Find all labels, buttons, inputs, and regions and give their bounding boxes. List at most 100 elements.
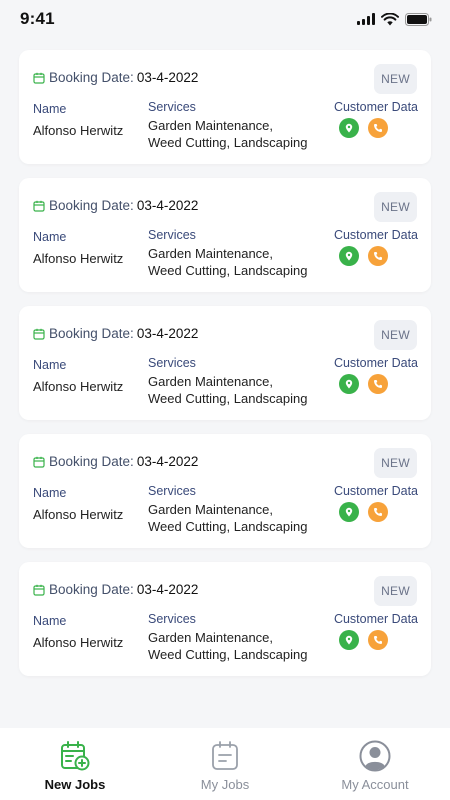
services-line: Weed Cutting, Landscaping: [148, 647, 308, 662]
customer-data-label: Customer Data: [333, 228, 418, 242]
calendar-icon: [33, 456, 45, 468]
cellular-signal-icon: [357, 13, 375, 25]
services-value: Garden Maintenance, Weed Cutting, Landsc…: [148, 629, 328, 663]
call-button[interactable]: [368, 630, 388, 650]
calendar-icon: [33, 72, 45, 84]
job-card[interactable]: Booking Date: 03-4-2022 NEW Name Alfonso…: [19, 50, 431, 164]
calendar-icon: [33, 328, 45, 340]
status-badge: NEW: [374, 448, 417, 478]
clipboard-icon: [212, 741, 238, 770]
booking-date-label: Booking Date:: [49, 326, 134, 341]
booking-date-row: Booking Date: 03-4-2022: [33, 582, 198, 597]
call-button[interactable]: [368, 246, 388, 266]
location-pin-icon: [345, 251, 353, 261]
location-button[interactable]: [339, 246, 359, 266]
booking-date-value: 03-4-2022: [136, 454, 199, 469]
status-icons: [357, 12, 432, 26]
customer-name: Alfonso Herwitz: [33, 507, 124, 522]
calendar-icon: [33, 200, 45, 212]
call-button[interactable]: [368, 374, 388, 394]
customer-actions: [339, 118, 388, 138]
customer-actions: [339, 502, 388, 522]
customer-name: Alfonso Herwitz: [33, 635, 124, 650]
customer-actions: [339, 246, 388, 266]
customer-name: Alfonso Herwitz: [33, 251, 124, 266]
services-label: Services: [148, 100, 196, 114]
call-button[interactable]: [368, 502, 388, 522]
location-pin-icon: [345, 507, 353, 517]
booking-date-row: Booking Date: 03-4-2022: [33, 198, 198, 213]
services-label: Services: [148, 612, 196, 626]
services-value: Garden Maintenance, Weed Cutting, Landsc…: [148, 117, 328, 151]
status-bar: 9:41: [0, 0, 450, 38]
booking-date-value: 03-4-2022: [136, 198, 199, 213]
job-card[interactable]: Booking Date: 03-4-2022 NEW Name Alfonso…: [19, 178, 431, 292]
services-label: Services: [148, 484, 196, 498]
call-button[interactable]: [368, 118, 388, 138]
booking-date-row: Booking Date: 03-4-2022: [33, 70, 198, 85]
booking-date-row: Booking Date: 03-4-2022: [33, 326, 198, 341]
customer-actions: [339, 630, 388, 650]
nav-label-my-account: My Account: [341, 777, 409, 792]
booking-date-label: Booking Date:: [49, 70, 134, 85]
nav-item-my-jobs[interactable]: My Jobs: [150, 728, 300, 800]
location-button[interactable]: [339, 374, 359, 394]
location-pin-icon: [345, 379, 353, 389]
booking-date-row: Booking Date: 03-4-2022: [33, 454, 198, 469]
calendar-icon: [33, 584, 45, 596]
booking-date-label: Booking Date:: [49, 198, 134, 213]
customer-data-label: Customer Data: [333, 484, 418, 498]
name-label: Name: [33, 358, 67, 372]
location-button[interactable]: [339, 630, 359, 650]
location-pin-icon: [345, 123, 353, 133]
user-circle-icon: [359, 740, 391, 772]
booking-date-value: 03-4-2022: [136, 70, 199, 85]
services-line: Weed Cutting, Landscaping: [148, 519, 308, 534]
services-value: Garden Maintenance, Weed Cutting, Landsc…: [148, 245, 328, 279]
services-line: Weed Cutting, Landscaping: [148, 135, 308, 150]
customer-data-label: Customer Data: [333, 612, 418, 626]
services-value: Garden Maintenance, Weed Cutting, Landsc…: [148, 501, 328, 535]
services-line: Garden Maintenance,: [148, 630, 274, 645]
status-badge: NEW: [374, 576, 417, 606]
job-list: Booking Date: 03-4-2022 NEW Name Alfonso…: [19, 50, 431, 690]
customer-name: Alfonso Herwitz: [33, 379, 124, 394]
name-label: Name: [33, 614, 67, 628]
calendar-add-icon: [61, 741, 90, 771]
nav-item-my-account[interactable]: My Account: [300, 728, 450, 800]
booking-date-value: 03-4-2022: [136, 326, 199, 341]
services-line: Garden Maintenance,: [148, 118, 274, 133]
nav-label-my-jobs: My Jobs: [200, 777, 250, 792]
booking-date-label: Booking Date:: [49, 582, 134, 597]
services-line: Weed Cutting, Landscaping: [148, 263, 308, 278]
phone-icon: [374, 636, 382, 644]
phone-icon: [374, 252, 382, 260]
services-label: Services: [148, 356, 196, 370]
services-value: Garden Maintenance, Weed Cutting, Landsc…: [148, 373, 328, 407]
battery-icon: [405, 12, 432, 26]
nav-item-new-jobs[interactable]: New Jobs: [0, 728, 150, 800]
status-badge: NEW: [374, 320, 417, 350]
job-card[interactable]: Booking Date: 03-4-2022 NEW Name Alfonso…: [19, 562, 431, 676]
job-card[interactable]: Booking Date: 03-4-2022 NEW Name Alfonso…: [19, 434, 431, 548]
job-card[interactable]: Booking Date: 03-4-2022 NEW Name Alfonso…: [19, 306, 431, 420]
services-line: Garden Maintenance,: [148, 246, 274, 261]
status-badge: NEW: [374, 64, 417, 94]
customer-name: Alfonso Herwitz: [33, 123, 124, 138]
phone-icon: [374, 124, 382, 132]
services-line: Weed Cutting, Landscaping: [148, 391, 308, 406]
customer-actions: [339, 374, 388, 394]
location-button[interactable]: [339, 118, 359, 138]
status-badge: NEW: [374, 192, 417, 222]
booking-date-value: 03-4-2022: [136, 582, 199, 597]
customer-data-label: Customer Data: [333, 356, 418, 370]
services-line: Garden Maintenance,: [148, 502, 274, 517]
name-label: Name: [33, 102, 67, 116]
name-label: Name: [33, 230, 67, 244]
name-label: Name: [33, 486, 67, 500]
location-button[interactable]: [339, 502, 359, 522]
nav-label-new-jobs: New Jobs: [44, 777, 106, 792]
phone-icon: [374, 380, 382, 388]
booking-date-label: Booking Date:: [49, 454, 134, 469]
services-line: Garden Maintenance,: [148, 374, 274, 389]
